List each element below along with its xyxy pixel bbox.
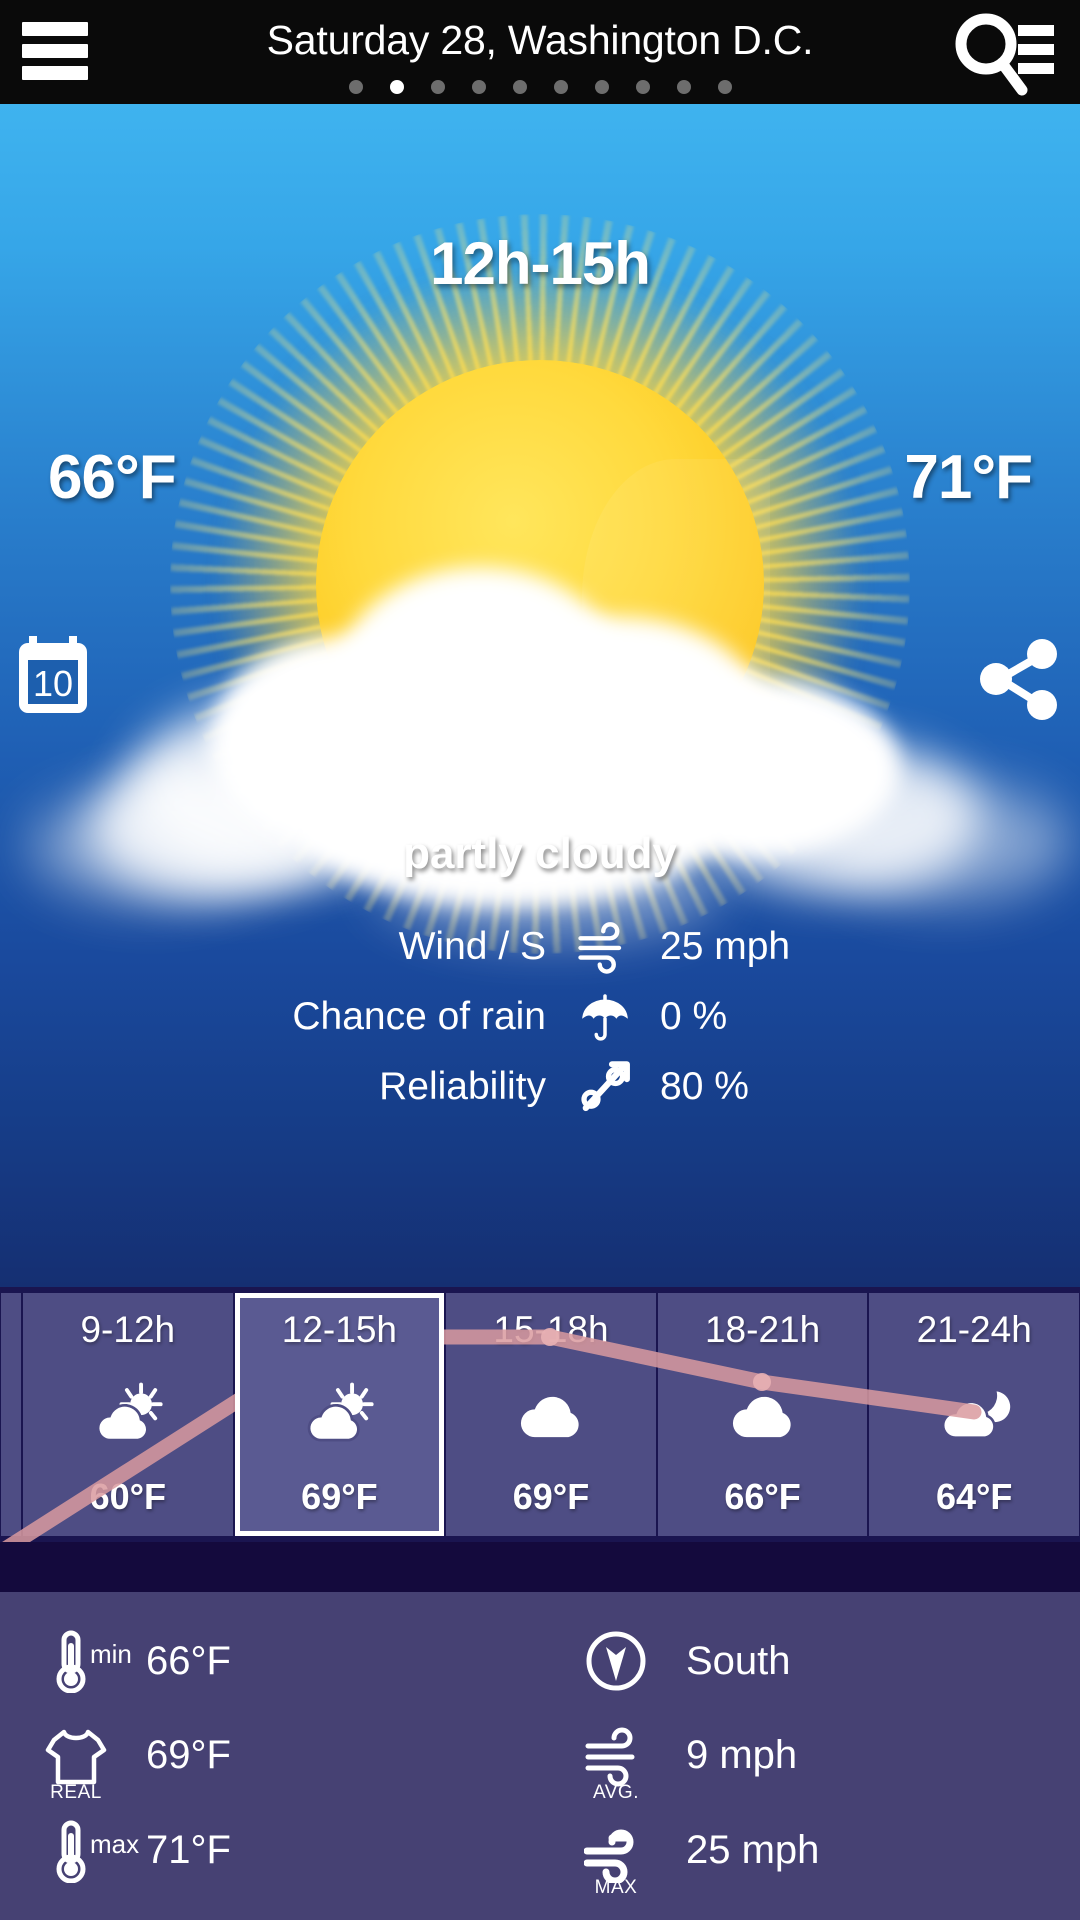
cloud-icon (726, 1377, 800, 1451)
detail-label: Chance of rain (240, 995, 570, 1039)
percent-arrow-icon (570, 1054, 640, 1120)
summary-value: 71°F (124, 1828, 231, 1873)
hourly-card[interactable]: 9-12h 60°F (23, 1293, 233, 1536)
hourly-temp: 60°F (90, 1476, 166, 1518)
page-dot-0[interactable] (349, 80, 363, 94)
icon-sublabel: AVG. (593, 1782, 639, 1804)
detail-row: Reliability 80 % (240, 1054, 840, 1120)
detail-label: Wind / S (240, 925, 570, 969)
hourly-temp: 69°F (301, 1476, 377, 1518)
hourly-temp: 64°F (936, 1476, 1012, 1518)
daily-summary-panel: min66°FREAL69°F max71°F South AVG.9 mph … (0, 1592, 1080, 1920)
panel-separator (0, 1542, 1080, 1592)
compass-icon (568, 1615, 664, 1707)
wind-icon (570, 914, 640, 980)
hourly-card[interactable]: 21-24h 64°F (869, 1293, 1079, 1536)
summary-row: REAL 69°F (0, 1710, 540, 1802)
detail-label: Reliability (240, 1065, 570, 1109)
search-list-icon[interactable] (948, 8, 1058, 96)
summary-row: min66°F (0, 1615, 540, 1707)
page-dot-7[interactable] (636, 80, 650, 94)
page-dot-2[interactable] (431, 80, 445, 94)
calendar-day-number: 10 (33, 663, 73, 704)
page-dot-4[interactable] (513, 80, 527, 94)
hourly-time: 21-24h (917, 1309, 1032, 1351)
moon-behind-cloud-icon (937, 1377, 1011, 1451)
hourly-strip-edge (1, 1293, 21, 1536)
weather-app-screen: Saturday 28, Washington D.C. (0, 0, 1080, 1920)
summary-value: 9 mph (664, 1733, 797, 1778)
hourly-temp: 66°F (724, 1476, 800, 1518)
hourly-temp: 69°F (513, 1476, 589, 1518)
page-dot-6[interactable] (595, 80, 609, 94)
icon-sublabel: REAL (50, 1782, 102, 1804)
page-dot-3[interactable] (472, 80, 486, 94)
hourly-card[interactable]: 15-18h 69°F (446, 1293, 656, 1536)
summary-value: South (664, 1639, 791, 1684)
hero-temp-high: 71°F (904, 442, 1032, 513)
app-header: Saturday 28, Washington D.C. (0, 0, 1080, 104)
cloud-icon (514, 1377, 588, 1451)
page-dot-5[interactable] (554, 80, 568, 94)
hourly-time: 18-21h (705, 1309, 820, 1351)
detail-value: 0 % (640, 995, 840, 1039)
thermometer-max-icon: max (28, 1805, 124, 1897)
share-icon[interactable] (976, 634, 1060, 724)
detail-value: 25 mph (640, 925, 840, 969)
summary-column-temperature: min66°F REAL 69°F max71°F (0, 1592, 540, 1920)
summary-row: max71°F (0, 1805, 540, 1897)
hourly-card[interactable]: 18-21h 66°F (658, 1293, 868, 1536)
hourly-forecast-strip[interactable]: 9-12h 60°F12-15h 69°F15-18h69°F18-21h66°… (0, 1287, 1080, 1542)
hourly-time: 9-12h (80, 1309, 175, 1351)
hamburger-bar (22, 66, 88, 80)
condition-text: partly cloudy (0, 829, 1080, 879)
sun-behind-cloud-icon (91, 1377, 165, 1451)
hero-hour-range: 12h-15h (0, 229, 1080, 298)
summary-row: South (540, 1615, 1080, 1707)
summary-value: 25 mph (664, 1828, 819, 1873)
hourly-time: 12-15h (282, 1309, 397, 1351)
hourly-card[interactable]: 12-15h 69°F (235, 1293, 445, 1536)
icon-sublabel: min (90, 1639, 132, 1670)
hero-temp-low: 66°F (48, 442, 176, 513)
summary-value: 69°F (124, 1733, 231, 1778)
tshirt-icon: REAL (28, 1710, 124, 1802)
weather-detail-list: Wind / S 25 mphChance of rain 0 %Reliabi… (0, 914, 1080, 1120)
page-title: Saturday 28, Washington D.C. (0, 12, 1080, 68)
hourly-time: 15-18h (493, 1309, 608, 1351)
calendar-icon[interactable]: 10 (18, 634, 88, 716)
page-indicator-dots[interactable] (0, 80, 1080, 94)
detail-row: Wind / S 25 mph (240, 914, 840, 980)
hero-weather-panel: 12h-15h 66°F 71°F 10 partly cloudy Wind … (0, 104, 1080, 1287)
wind-strong-icon: MAX (568, 1805, 664, 1897)
thermometer-min-icon: min (28, 1615, 124, 1707)
summary-row: MAX 25 mph (540, 1805, 1080, 1897)
icon-sublabel: max (90, 1829, 139, 1860)
page-dot-9[interactable] (718, 80, 732, 94)
sun-behind-cloud-icon (302, 1377, 376, 1451)
summary-row: AVG. 9 mph (540, 1710, 1080, 1802)
icon-sublabel: MAX (595, 1877, 638, 1899)
summary-value: 66°F (124, 1639, 231, 1684)
page-dot-8[interactable] (677, 80, 691, 94)
page-dot-1[interactable] (390, 80, 404, 94)
detail-value: 80 % (640, 1065, 840, 1109)
summary-column-wind: South AVG. 9 mph MAX 25 mph (540, 1592, 1080, 1920)
umbrella-icon (570, 984, 640, 1050)
wind-icon: AVG. (568, 1710, 664, 1802)
detail-row: Chance of rain 0 % (240, 984, 840, 1050)
